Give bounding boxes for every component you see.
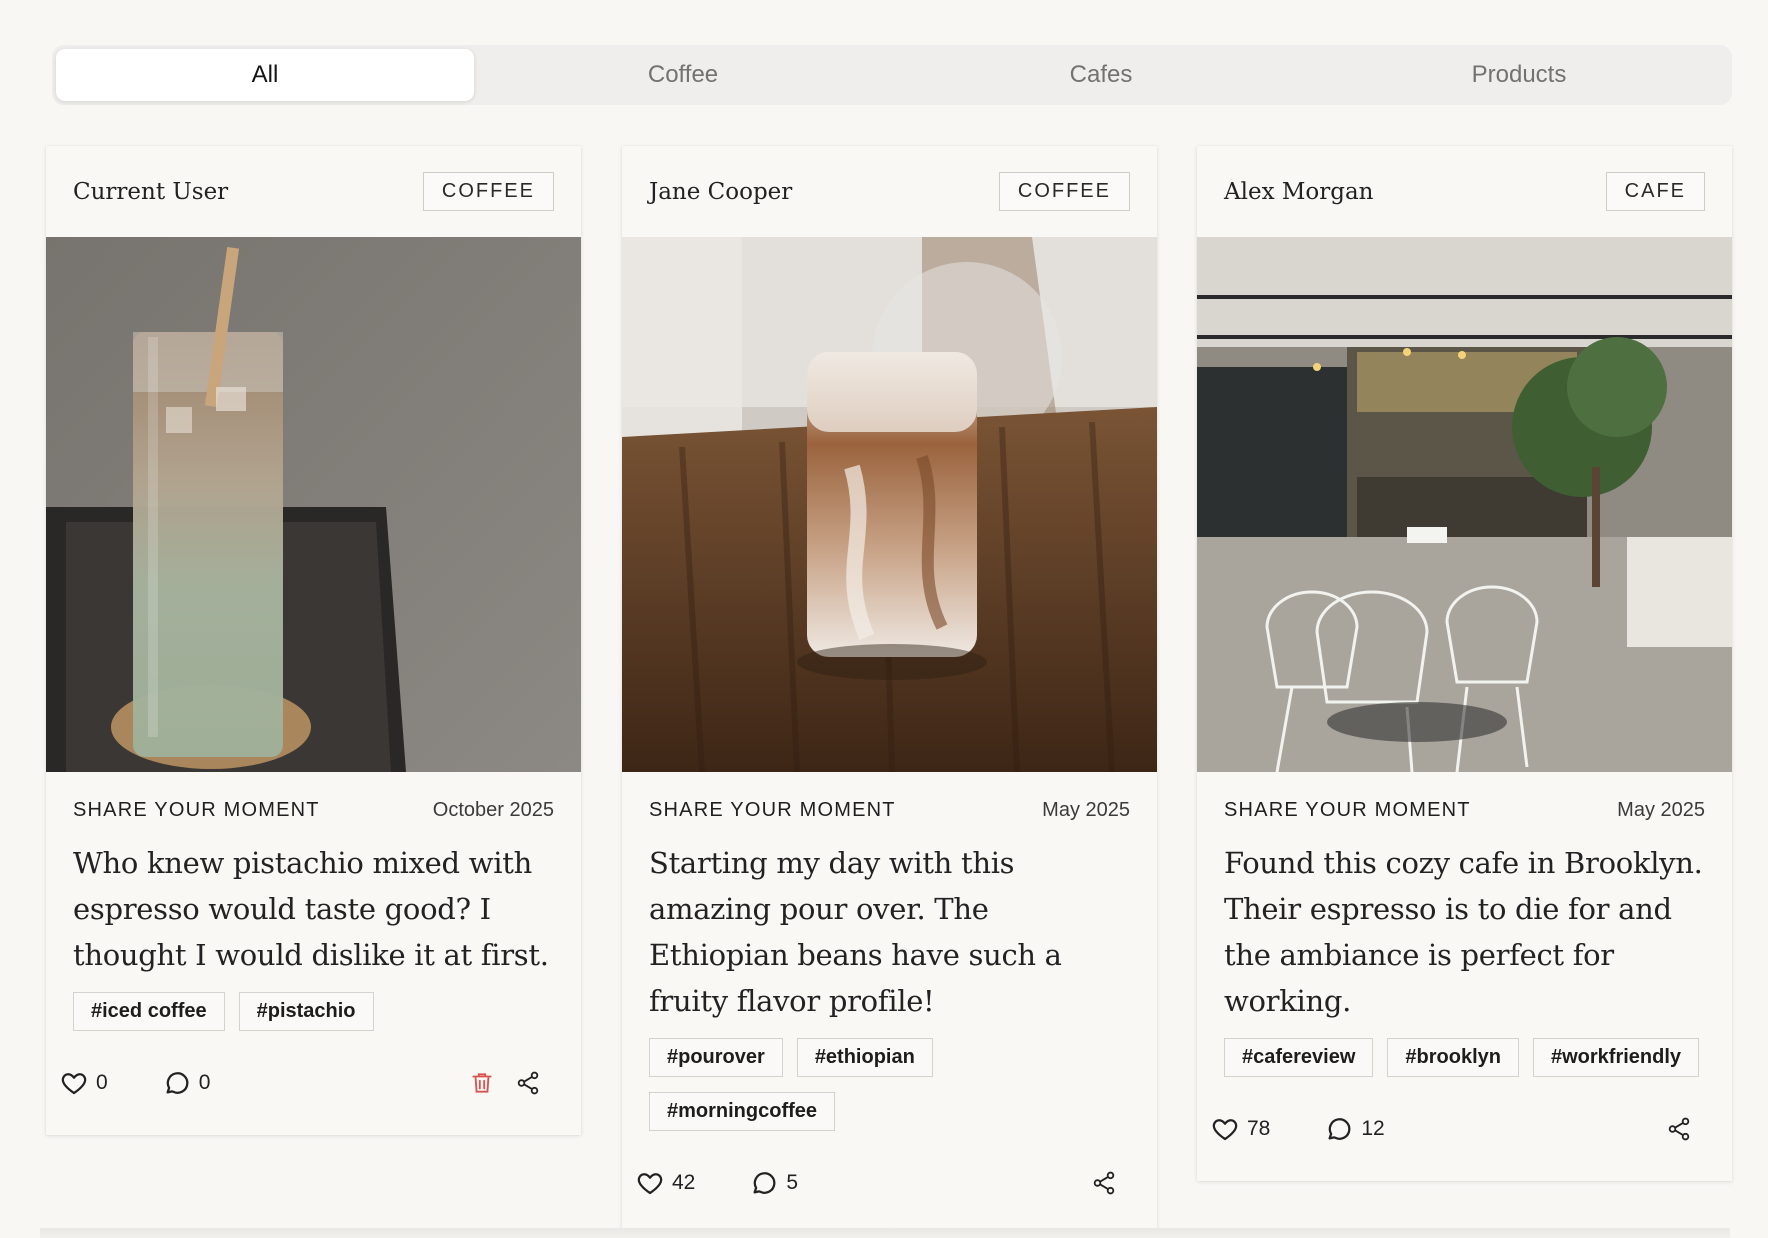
comment-icon	[1328, 1118, 1351, 1140]
post-actions: 42 5	[622, 1131, 1157, 1235]
post-date: May 2025	[1042, 799, 1130, 821]
tab-all[interactable]: All	[56, 49, 474, 101]
feed-page: All Coffee Cafes Products Current User C…	[0, 0, 1768, 1238]
like-count: 42	[672, 1171, 696, 1194]
heart-icon	[61, 1073, 87, 1095]
post-date: October 2025	[432, 799, 554, 821]
post-image[interactable]	[622, 237, 1157, 772]
category-badge: COFFEE	[998, 172, 1130, 211]
post-card: Current User COFFEE SHARE YOUR MOMENT Oc…	[46, 146, 581, 1135]
filter-tabs: All Coffee Cafes Products	[52, 45, 1732, 105]
post-label: SHARE YOUR MOMENT	[649, 799, 896, 821]
post-header: Alex Morgan CAFE	[1197, 146, 1732, 237]
share-icon	[1668, 1117, 1690, 1141]
post-header: Jane Cooper COFFEE	[622, 146, 1157, 237]
post-card: Alex Morgan CAFE SHARE YOUR MOMENT May 2…	[1197, 146, 1732, 1181]
like-button[interactable]: 42	[635, 1168, 695, 1198]
trash-icon	[472, 1073, 492, 1093]
post-label: SHARE YOUR MOMENT	[73, 799, 320, 821]
comment-button[interactable]: 12	[1324, 1114, 1385, 1144]
tag-list: #iced coffee #pistachio	[73, 992, 554, 1031]
delete-button[interactable]	[467, 1068, 497, 1098]
like-count: 0	[96, 1071, 108, 1094]
share-button[interactable]	[513, 1068, 543, 1098]
post-author[interactable]: Jane Cooper	[649, 179, 792, 205]
post-caption: Who knew pistachio mixed with espresso w…	[73, 846, 549, 972]
post-caption: Starting my day with this amazing pour o…	[649, 846, 1062, 1018]
post-author[interactable]: Current User	[73, 179, 228, 205]
comment-count: 0	[198, 1071, 211, 1094]
post-label: SHARE YOUR MOMENT	[1224, 799, 1471, 821]
post-caption: Found this cozy cafe in Brooklyn. Their …	[1224, 846, 1703, 1018]
post-card: Jane Cooper COFFEE SHARE YOUR MOMENT May…	[622, 146, 1157, 1235]
post-author[interactable]: Alex Morgan	[1224, 179, 1374, 205]
tag-list: #cafereview #brooklyn #workfriendly	[1224, 1038, 1705, 1077]
post-image[interactable]	[46, 237, 581, 772]
share-button[interactable]	[1664, 1114, 1694, 1144]
comment-count: 5	[786, 1171, 799, 1194]
post-actions: 0 0	[46, 1031, 581, 1135]
comment-count: 12	[1361, 1117, 1385, 1140]
hashtag[interactable]: #cafereview	[1224, 1038, 1374, 1077]
like-count: 78	[1247, 1117, 1271, 1140]
tag-list: #pourover #ethiopian #morningcoffee	[649, 1038, 1130, 1131]
hashtag[interactable]: #morningcoffee	[649, 1092, 836, 1131]
tab-cafes[interactable]: Cafes	[892, 49, 1310, 101]
comment-icon	[166, 1072, 189, 1094]
heart-icon	[637, 1173, 663, 1195]
category-badge: COFFEE	[422, 172, 554, 211]
hashtag[interactable]: #iced coffee	[73, 992, 225, 1031]
heart-icon	[1212, 1119, 1238, 1141]
like-button[interactable]: 78	[1210, 1114, 1270, 1144]
hashtag[interactable]: #ethiopian	[796, 1038, 933, 1077]
comment-button[interactable]: 5	[749, 1168, 798, 1198]
hashtag[interactable]: #workfriendly	[1533, 1038, 1700, 1077]
comment-icon	[753, 1172, 776, 1194]
post-date: May 2025	[1617, 799, 1705, 821]
hashtag[interactable]: #pistachio	[238, 992, 374, 1031]
hashtag[interactable]: #pourover	[649, 1038, 783, 1077]
tab-coffee[interactable]: Coffee	[474, 49, 892, 101]
hashtag[interactable]: #brooklyn	[1387, 1038, 1519, 1077]
post-header: Current User COFFEE	[46, 146, 581, 237]
comment-button[interactable]: 0	[162, 1068, 211, 1098]
tab-products[interactable]: Products	[1310, 49, 1728, 101]
category-badge: CAFE	[1605, 172, 1705, 211]
post-image[interactable]	[1197, 237, 1732, 772]
share-icon	[517, 1071, 539, 1095]
like-button[interactable]: 0	[59, 1068, 108, 1098]
share-button[interactable]	[1089, 1168, 1119, 1198]
share-icon	[1093, 1171, 1115, 1195]
next-row-edge	[40, 1228, 1730, 1238]
post-actions: 78 12	[1197, 1077, 1732, 1181]
